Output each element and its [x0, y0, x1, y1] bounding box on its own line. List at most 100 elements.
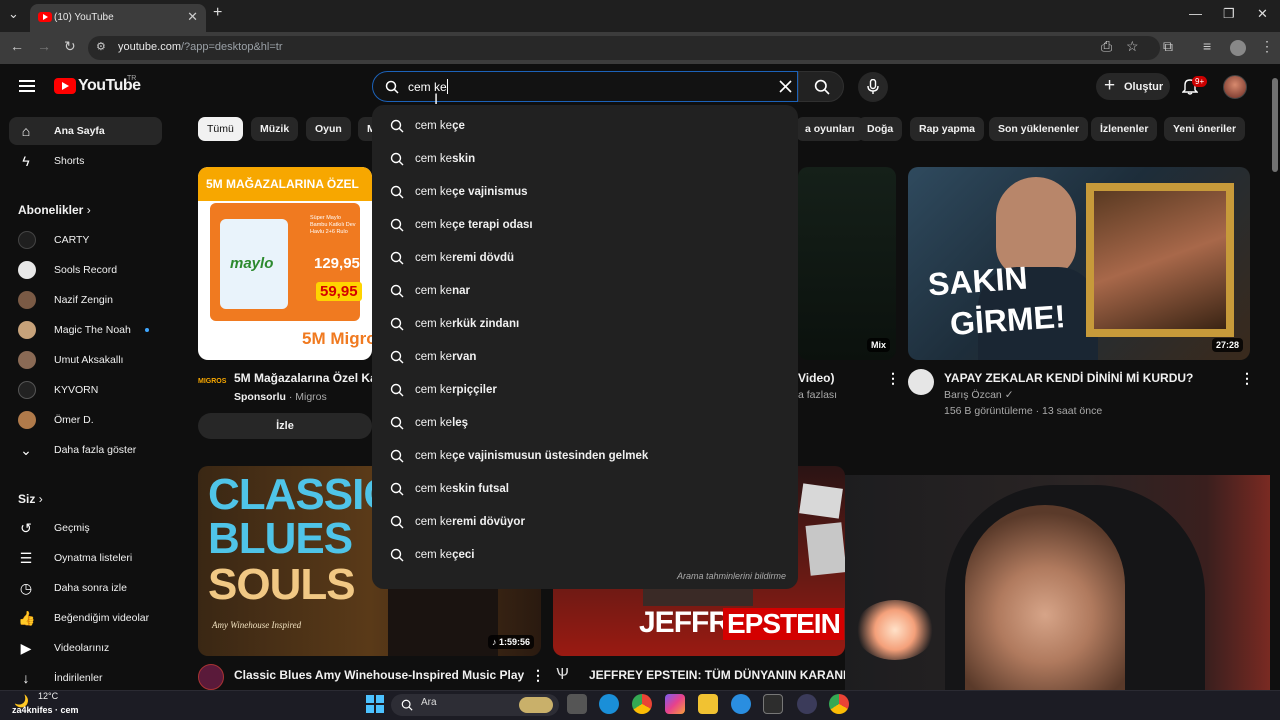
maximize-icon[interactable]: ❐	[1223, 6, 1235, 22]
new-tab-icon[interactable]: +	[213, 4, 222, 22]
ad-title[interactable]: 5M Mağazalarına Özel Ka	[234, 371, 372, 385]
ai-video-more-icon[interactable]: ⋮	[1240, 370, 1254, 387]
forward-icon[interactable]: →	[37, 38, 51, 54]
chrome-secondary-icon[interactable]	[829, 694, 849, 714]
ai-video-title[interactable]: YAPAY ZEKALAR KENDİ DİNİNİ Mİ KURDU?	[944, 371, 1234, 385]
suggestion-item[interactable]: cem keçe vajinismus	[372, 176, 798, 209]
install-app-icon[interactable]: ⎙	[1101, 38, 1112, 55]
chip-music[interactable]: Müzik	[251, 117, 299, 141]
sidebar-item-liked[interactable]: 👍 Beğendiğim videolar	[9, 604, 162, 632]
suggestion-item[interactable]: cem kervan	[372, 341, 798, 374]
clear-search-icon[interactable]	[779, 80, 792, 93]
back-icon[interactable]: ←	[10, 38, 24, 54]
close-tab-icon[interactable]: ✕	[187, 9, 198, 25]
epstein-video-title[interactable]: JEFFREY EPSTEIN: TÜM DÜNYANIN KARANLIK	[589, 668, 845, 682]
voice-search-button[interactable]	[858, 72, 888, 102]
mix-meta-partial: a fazlası	[798, 389, 838, 401]
chip-rap[interactable]: Rap yapma	[910, 117, 985, 141]
task-view-icon[interactable]	[567, 694, 587, 714]
youtube-logo-icon[interactable]	[54, 78, 76, 94]
mix-thumbnail[interactable]: Mix	[798, 167, 896, 360]
suggestion-item[interactable]: cem keleş	[372, 407, 798, 440]
browser-menu-icon[interactable]: ⋮	[1260, 38, 1274, 55]
suggestion-item[interactable]: cem kerkük zindanı	[372, 308, 798, 341]
sidebar-item-history[interactable]: ↺ Geçmiş	[9, 514, 162, 542]
suggestion-item[interactable]: cem kenar	[372, 275, 798, 308]
chip-watched[interactable]: İzlenenler	[1091, 117, 1158, 141]
you-heading[interactable]: Siz ›	[18, 492, 43, 506]
ad-watch-button[interactable]: İzle	[198, 413, 372, 439]
mix-more-icon[interactable]: ⋮	[886, 370, 900, 387]
sidebar-item-watch-later[interactable]: ◷ Daha sonra izle	[9, 574, 162, 602]
suggestion-item[interactable]: cem keçeci	[372, 539, 798, 572]
chip-nature[interactable]: Doğa	[858, 117, 903, 141]
sidebar-sub-magic-the-noah[interactable]: Magic The Noah	[9, 316, 162, 344]
suggestion-item[interactable]: cem keçe terapi odası	[372, 209, 798, 242]
sidebar-item-shorts[interactable]: ϟ Shorts	[9, 147, 162, 175]
sidebar-item-home[interactable]: ⌂ Ana Sayfa	[9, 117, 162, 145]
channel-avatar[interactable]: Ѱ	[556, 666, 569, 684]
tab-search-icon[interactable]: ⌄	[8, 6, 19, 22]
file-explorer-icon[interactable]	[698, 694, 718, 714]
chip-all[interactable]: Tümü	[198, 117, 243, 141]
suggestion-item[interactable]: cem kerpiççiler	[372, 374, 798, 407]
edge-browser-icon[interactable]	[599, 694, 619, 714]
mix-title-partial[interactable]: Video)	[798, 371, 834, 385]
sidebar-show-more[interactable]: ⌄ Daha fazla göster	[9, 436, 162, 464]
close-window-icon[interactable]: ✕	[1257, 6, 1268, 22]
profile-avatar-icon[interactable]	[1230, 40, 1246, 56]
chrome-icon[interactable]	[632, 694, 652, 714]
suggestion-item[interactable]: cem keremi dövüyor	[372, 506, 798, 539]
report-predictions-link[interactable]: Arama tahminlerini bildirme	[677, 571, 786, 581]
suggestion-item[interactable]: cem keremi dövdü	[372, 242, 798, 275]
account-avatar[interactable]	[1223, 75, 1247, 99]
photo-collage	[799, 483, 843, 519]
browser-tab[interactable]: (10) YouTube ✕	[30, 4, 206, 32]
sidebar-item-playlists[interactable]: ☰ Oynatma listeleri	[9, 544, 162, 572]
site-settings-icon[interactable]: ⚙	[96, 40, 106, 53]
ai-video-channel[interactable]: Barış Özcan ✓	[944, 389, 1014, 401]
search-button[interactable]	[798, 71, 844, 102]
sidebar-sub-nazif-zengin[interactable]: Nazif Zengin	[9, 286, 162, 314]
obs-icon[interactable]	[797, 694, 817, 714]
extensions-icon[interactable]: ⧉	[1163, 38, 1173, 55]
subscriptions-heading[interactable]: Abonelikler ›	[18, 203, 91, 217]
ad-thumbnail[interactable]: 5M MAĞAZALARINA ÖZEL maylo Süper Maylo B…	[198, 167, 372, 360]
taskbar-search-input[interactable]	[391, 694, 559, 716]
sidebar-sub-umut-aksakalli[interactable]: Umut Aksakallı	[9, 346, 162, 374]
sidebar-sub-kyvorn[interactable]: KYVORN	[9, 376, 162, 404]
sidebar-sub-sools-record[interactable]: Sools Record	[9, 256, 162, 284]
channel-avatar[interactable]	[908, 369, 934, 395]
media-controls-icon[interactable]: ≡	[1203, 38, 1211, 54]
blues-video-more-icon[interactable]: ⋮	[531, 667, 545, 684]
guide-menu-icon[interactable]	[19, 80, 35, 92]
reload-icon[interactable]: ↻	[64, 38, 76, 55]
chip-recent-uploads[interactable]: Son yüklenenler	[989, 117, 1089, 141]
ad-channel[interactable]: Migros	[295, 391, 327, 403]
windows-start-icon[interactable]	[365, 694, 385, 714]
suggestion-item[interactable]: cem keskin	[372, 143, 798, 176]
chip-games-partial[interactable]: a oyunları	[796, 117, 864, 141]
copilot-icon[interactable]	[665, 694, 685, 714]
bookmark-star-icon[interactable]: ☆	[1126, 38, 1139, 55]
suggestion-item[interactable]: cem keçe	[372, 110, 798, 143]
suggestion-item[interactable]: cem keskin futsal	[372, 473, 798, 506]
sidebar-item-downloads[interactable]: ↓ İndirilenler	[9, 664, 162, 692]
scrollbar-thumb[interactable]	[1272, 78, 1278, 172]
terminal-icon[interactable]	[763, 694, 783, 714]
chip-gaming[interactable]: Oyun	[306, 117, 351, 141]
blues-video-title[interactable]: Classic Blues Amy Winehouse-Inspired Mus…	[234, 668, 524, 682]
suggestion-text: cem keskin	[415, 153, 476, 165]
sidebar-sub-omer-d[interactable]: Ömer D.	[9, 406, 162, 434]
minimize-icon[interactable]: —	[1189, 6, 1202, 21]
ai-video-thumbnail[interactable]: SAKIN GİRME! 27:28	[908, 167, 1250, 360]
url-text[interactable]: youtube.com/?app=desktop&hl=tr	[118, 41, 283, 53]
suggestion-item[interactable]: cem keçe vajinismusun üstesinden gelmek	[372, 440, 798, 473]
chip-new-recommendations[interactable]: Yeni öneriler	[1164, 117, 1246, 141]
sidebar-item-your-videos[interactable]: ▶ Videolarınız	[9, 634, 162, 662]
create-button[interactable]: + Oluştur	[1096, 73, 1170, 100]
sidebar-sub-carty[interactable]: CARTY	[9, 226, 162, 254]
overlay-caption: za4knifes · cem	[12, 705, 79, 715]
channel-avatar[interactable]	[198, 664, 224, 690]
telegram-icon[interactable]	[731, 694, 751, 714]
